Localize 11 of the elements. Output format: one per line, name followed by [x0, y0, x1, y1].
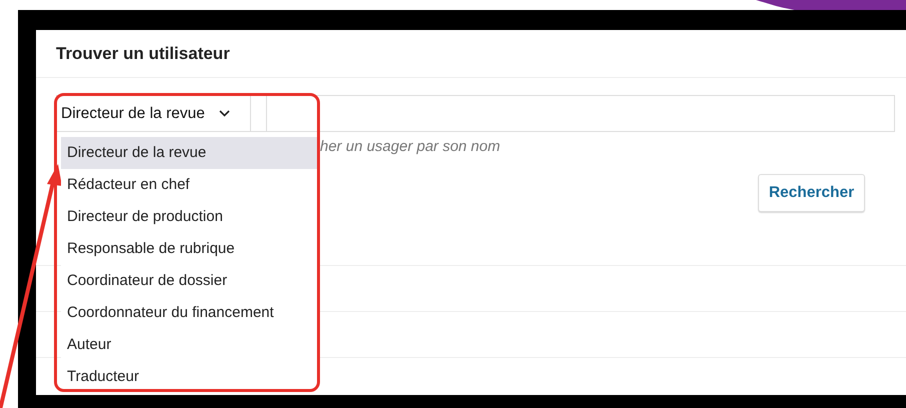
dropdown-option[interactable]: Auteur	[61, 329, 317, 361]
dropdown-option[interactable]: Coordonnateur du financement	[61, 297, 317, 329]
help-text: her un usager par son nom	[320, 138, 502, 156]
dropdown-option[interactable]: Rédacteur en chef	[61, 169, 317, 201]
dropdown-option[interactable]: Responsable de rubrique	[61, 233, 317, 265]
dropdown-option[interactable]: Coordinateur de dossier	[61, 265, 317, 297]
dropdown-option[interactable]: Directeur de la revue	[61, 137, 317, 169]
dropdown-option[interactable]: Directeur de production	[61, 201, 317, 233]
search-button[interactable]: Rechercher	[758, 174, 865, 212]
dropdown-option[interactable]: Traducteur	[61, 361, 317, 393]
panel-title: Trouver un utilisateur	[56, 44, 230, 64]
